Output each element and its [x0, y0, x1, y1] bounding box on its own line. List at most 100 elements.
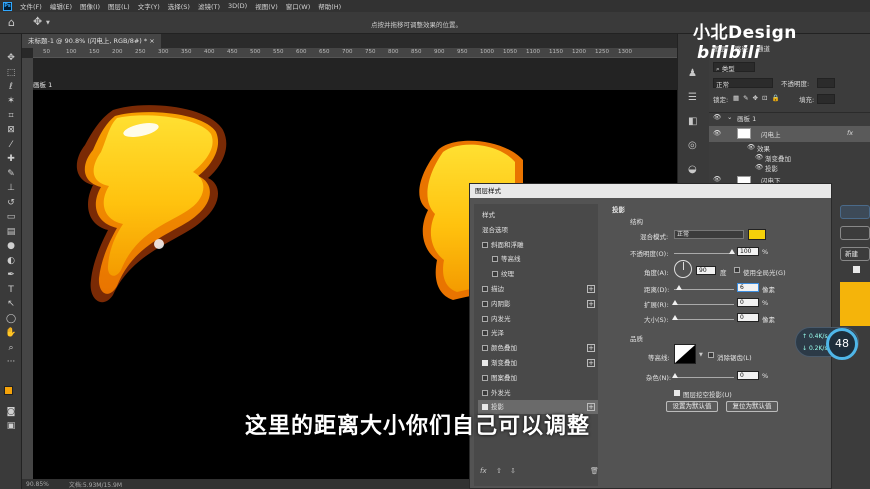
add-style-icon[interactable]: + [587, 359, 595, 367]
menu-layer[interactable]: 图层(L) [108, 1, 130, 11]
chevron-down-icon[interactable]: ▼ [46, 20, 50, 26]
history-brush-icon[interactable]: ↺ [4, 197, 18, 209]
menu-filter[interactable]: 滤镜(T) [198, 1, 220, 11]
history-icon[interactable]: ♟ [688, 68, 697, 79]
style-checkbox[interactable] [482, 330, 488, 337]
move-down-icon[interactable]: ⇩ [510, 467, 516, 475]
dialog-title[interactable]: 图层样式 [470, 184, 831, 198]
add-style-icon[interactable]: + [587, 285, 595, 293]
effect-gradient-overlay[interactable]: 👁 渐变叠加 [709, 153, 870, 163]
style-checkbox[interactable] [482, 315, 488, 322]
menu-edit[interactable]: 编辑(E) [50, 1, 72, 11]
marquee-icon[interactable]: ⬚ [4, 67, 18, 79]
style-item[interactable]: 光泽 [478, 326, 598, 340]
angle-input[interactable]: 90 [696, 266, 716, 275]
eye-icon[interactable]: 👁 [713, 113, 721, 121]
distance-input[interactable]: 6 [737, 283, 759, 292]
foreground-color-swatch[interactable] [4, 386, 13, 395]
opacity-input[interactable] [817, 78, 835, 88]
add-style-icon[interactable]: + [587, 299, 595, 308]
move-icon[interactable]: ✥ [4, 52, 18, 64]
ok-button-partial[interactable] [840, 205, 870, 219]
layer-filter-select[interactable]: ⌕ 类型 [713, 62, 755, 73]
color-icon[interactable]: ◒ [688, 164, 697, 175]
add-style-icon[interactable]: + [587, 344, 595, 353]
photoshop-app-icon[interactable]: Ps [3, 1, 12, 11]
style-item[interactable]: 内阴影 + [478, 297, 598, 311]
spread-slider-track[interactable] [674, 304, 734, 305]
preview-checkbox[interactable] [853, 266, 860, 273]
style-checkbox[interactable] [482, 345, 488, 352]
trash-icon[interactable]: 🗑 [590, 467, 599, 475]
stamp-icon[interactable]: ⊥ [4, 182, 18, 194]
move-tool-icon[interactable]: ✥ [33, 15, 42, 28]
blend-mode-select[interactable]: 正常 [713, 78, 773, 89]
eye-icon[interactable]: 👁 [755, 153, 763, 161]
eyedropper-icon[interactable]: ⁄ [4, 139, 18, 151]
menu-type[interactable]: 文字(Y) [138, 1, 160, 11]
magic-wand-icon[interactable]: ✶ [4, 95, 18, 107]
layer-row-artboard[interactable]: 👁 ⌄ 画板 1 [709, 112, 870, 124]
eye-icon[interactable]: 👁 [713, 175, 721, 183]
style-item[interactable]: 渐变叠加 + [478, 356, 598, 370]
hand-icon[interactable]: ✋ [4, 327, 18, 339]
style-item[interactable]: 颜色叠加 + [478, 341, 598, 355]
style-checkbox[interactable] [492, 256, 498, 263]
shadow-color-swatch[interactable] [748, 229, 766, 240]
make-default-button[interactable]: 设置为默认值 [666, 401, 718, 412]
fx-badge[interactable]: fx [847, 129, 853, 137]
reset-default-button[interactable]: 复位为默认值 [726, 401, 778, 412]
fill-input[interactable] [817, 94, 835, 104]
style-item[interactable]: 混合选项 [478, 223, 598, 237]
eraser-icon[interactable]: ▭ [4, 211, 18, 223]
zoom-level[interactable]: 90.85% [26, 481, 49, 488]
lasso-icon[interactable]: ℓ [4, 81, 18, 93]
style-item[interactable]: 样式 [478, 208, 598, 222]
screen-mode-icon[interactable]: ▣ [4, 420, 18, 432]
close-icon[interactable]: × [149, 37, 154, 45]
style-item[interactable]: 外发光 [478, 386, 598, 400]
type-icon[interactable]: T [4, 284, 18, 296]
layer-row-selected[interactable]: 👁 闪电上 fx [709, 126, 870, 142]
effect-drop-shadow[interactable]: 👁 投影 [709, 163, 870, 173]
lock-icons[interactable]: ▦✎✥⊡🔒 [733, 94, 784, 102]
gradient-icon[interactable]: ▤ [4, 226, 18, 238]
path-select-icon[interactable]: ↖ [4, 298, 18, 310]
style-checkbox[interactable] [482, 300, 488, 307]
menu-image[interactable]: 图像(I) [80, 1, 100, 11]
eye-icon[interactable]: 👁 [713, 129, 721, 137]
distance-slider-track[interactable] [674, 289, 734, 290]
style-checkbox[interactable] [482, 241, 488, 248]
brush-icon[interactable]: ✎ [4, 168, 18, 180]
antialias-checkbox[interactable] [708, 352, 714, 358]
artboard-label[interactable]: 画板 1 [33, 79, 52, 89]
style-item[interactable]: 等高线 [478, 252, 598, 266]
document-tab[interactable]: 未标题-1 @ 90.8% (闪电上, RGB/8#) * × [22, 34, 161, 48]
quick-mask-icon[interactable]: ◙ [4, 406, 18, 418]
angle-dial[interactable] [674, 260, 692, 278]
healing-icon[interactable]: ✚ [4, 153, 18, 165]
fx-menu-icon[interactable]: fx [480, 467, 487, 475]
style-item[interactable]: 描边 + [478, 282, 598, 296]
size-slider-track[interactable] [674, 319, 734, 320]
opacity-slider-knob[interactable] [729, 249, 735, 254]
libraries-icon[interactable]: ◎ [688, 140, 697, 151]
size-input[interactable]: 0 [737, 313, 759, 322]
blend-mode-select[interactable]: 正常 [674, 230, 744, 239]
noise-input[interactable]: 0 [737, 371, 759, 380]
style-checkbox[interactable] [482, 286, 488, 292]
adjustments-icon[interactable]: ◧ [688, 116, 697, 127]
style-item[interactable]: 内发光 [478, 312, 598, 326]
contour-picker[interactable] [674, 344, 696, 364]
eye-icon[interactable]: 👁 [755, 163, 763, 171]
document-size[interactable]: 文档:5.93M/15.9M [69, 480, 122, 489]
menu-help[interactable]: 帮助(H) [318, 1, 341, 11]
spread-input[interactable]: 0 [737, 298, 759, 307]
pen-icon[interactable]: ✒ [4, 269, 18, 281]
style-checkbox[interactable] [482, 389, 488, 396]
style-checkbox[interactable] [482, 360, 488, 366]
size-slider-knob[interactable] [672, 315, 678, 320]
shape-icon[interactable]: ◯ [4, 313, 18, 325]
new-style-button[interactable]: 新建 [840, 247, 870, 261]
properties-icon[interactable]: ☰ [688, 92, 697, 103]
